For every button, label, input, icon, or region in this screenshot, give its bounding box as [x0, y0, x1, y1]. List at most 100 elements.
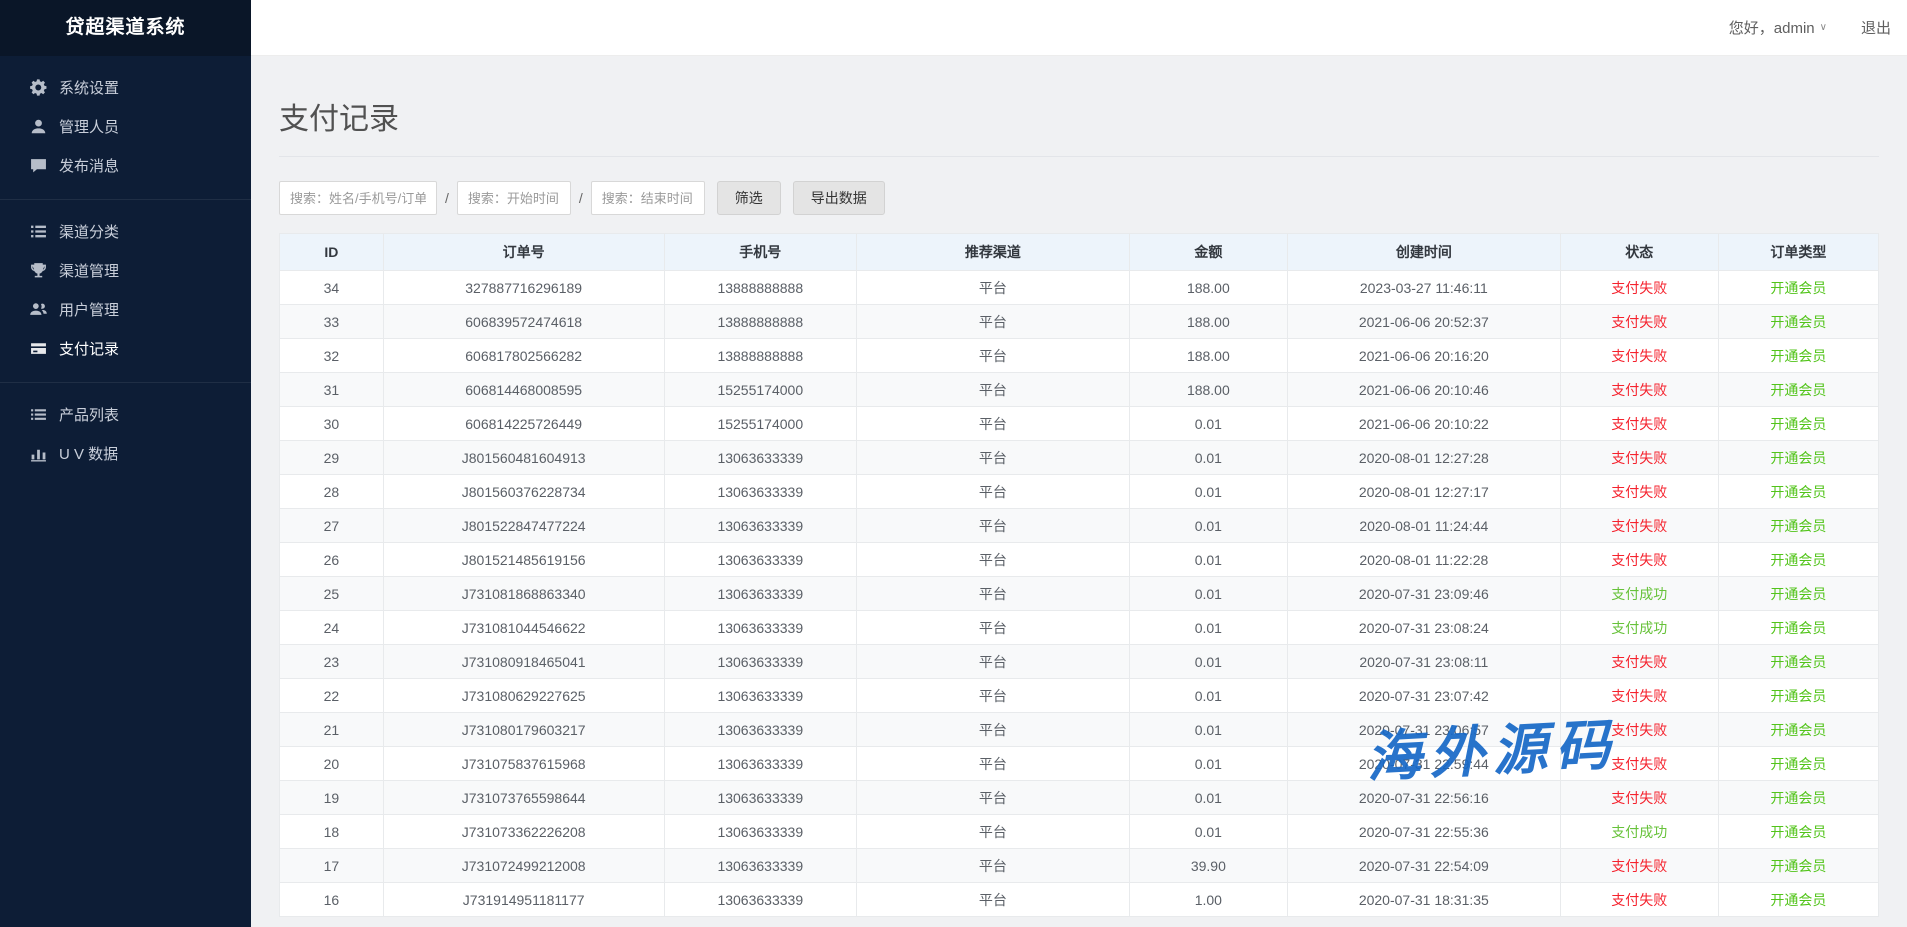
cell-phone: 13063633339	[664, 645, 856, 679]
cell-phone: 13063633339	[664, 611, 856, 645]
cell-phone: 15255174000	[664, 407, 856, 441]
cell-order-type: 开通会员	[1718, 543, 1878, 577]
table-row: 18J73107336222620813063633339平台0.012020-…	[280, 815, 1879, 849]
cell-created-at: 2020-08-01 11:24:44	[1287, 509, 1560, 543]
cell-order-no: J731073362226208	[383, 815, 664, 849]
cell-phone: 13063633339	[664, 849, 856, 883]
cell-order-type: 开通会员	[1718, 441, 1878, 475]
export-data-button[interactable]: 导出数据	[793, 181, 885, 215]
cell-order-type: 开通会员	[1718, 509, 1878, 543]
cell-phone: 13063633339	[664, 441, 856, 475]
column-header-order-no: 订单号	[383, 234, 664, 271]
table-row: 23J73108091846504113063633339平台0.012020-…	[280, 645, 1879, 679]
cell-status: 支付成功	[1560, 611, 1718, 645]
cell-id: 26	[280, 543, 384, 577]
cell-created-at: 2021-06-06 20:16:20	[1287, 339, 1560, 373]
keyword-search-input[interactable]	[279, 181, 437, 215]
cell-order-type: 开通会员	[1718, 373, 1878, 407]
table-row: 26J80152148561915613063633339平台0.012020-…	[280, 543, 1879, 577]
cell-order-no: J801521485619156	[383, 543, 664, 577]
cell-status: 支付失败	[1560, 475, 1718, 509]
sidebar: 贷超渠道系统 系统设置管理人员发布消息渠道分类渠道管理用户管理支付记录产品列表U…	[0, 0, 251, 927]
cell-order-type: 开通会员	[1718, 883, 1878, 917]
sidebar-item-payment-records[interactable]: 支付记录	[0, 329, 251, 368]
table-row: 3060681422572644915255174000平台0.012021-0…	[280, 407, 1879, 441]
table-row: 3360683957247461813888888888平台188.002021…	[280, 305, 1879, 339]
table-row: 28J80156037622873413063633339平台0.012020-…	[280, 475, 1879, 509]
cell-phone: 15255174000	[664, 373, 856, 407]
cell-amount: 0.01	[1129, 679, 1287, 713]
table-row: 27J80152284747722413063633339平台0.012020-…	[280, 509, 1879, 543]
cell-order-type: 开通会员	[1718, 747, 1878, 781]
filter-bar: / / 筛选 导出数据	[279, 181, 1879, 215]
cell-id: 28	[280, 475, 384, 509]
sidebar-item-product-list[interactable]: 产品列表	[0, 395, 251, 434]
cell-order-no: J731075837615968	[383, 747, 664, 781]
sidebar-item-publish-message[interactable]: 发布消息	[0, 146, 251, 185]
cell-id: 19	[280, 781, 384, 815]
cell-status: 支付失败	[1560, 781, 1718, 815]
cell-channel: 平台	[856, 339, 1129, 373]
cell-created-at: 2020-08-01 12:27:17	[1287, 475, 1560, 509]
separator-slash: /	[445, 190, 449, 206]
cell-order-type: 开通会员	[1718, 305, 1878, 339]
payments-table: ID订单号手机号推荐渠道金额创建时间状态订单类型 343278877162961…	[279, 233, 1879, 917]
sidebar-item-label: 用户管理	[59, 299, 119, 320]
table-row: 17J73107249921200813063633339平台39.902020…	[280, 849, 1879, 883]
cell-created-at: 2021-06-06 20:52:37	[1287, 305, 1560, 339]
column-header-status: 状态	[1560, 234, 1718, 271]
cell-created-at: 2023-03-27 11:46:11	[1287, 271, 1560, 305]
filter-button[interactable]: 筛选	[717, 181, 781, 215]
start-time-input[interactable]	[457, 181, 571, 215]
sidebar-item-channel-category[interactable]: 渠道分类	[0, 212, 251, 251]
chevron-down-icon: ∨	[1820, 22, 1827, 33]
cell-amount: 39.90	[1129, 849, 1287, 883]
chart-icon	[30, 445, 47, 462]
cell-channel: 平台	[856, 781, 1129, 815]
category-icon	[30, 223, 47, 240]
sidebar-item-label: U V 数据	[59, 443, 118, 464]
sidebar-item-user-management[interactable]: 用户管理	[0, 290, 251, 329]
cell-channel: 平台	[856, 305, 1129, 339]
cell-id: 17	[280, 849, 384, 883]
sidebar-item-uv-data[interactable]: U V 数据	[0, 434, 251, 473]
cell-amount: 0.01	[1129, 815, 1287, 849]
cell-status: 支付失败	[1560, 339, 1718, 373]
logout-link[interactable]: 退出	[1861, 17, 1891, 38]
end-time-input[interactable]	[591, 181, 705, 215]
cell-order-no: J731080918465041	[383, 645, 664, 679]
cell-created-at: 2020-07-31 23:07:42	[1287, 679, 1560, 713]
cell-status: 支付失败	[1560, 509, 1718, 543]
cell-order-no: J731914951181177	[383, 883, 664, 917]
cell-phone: 13888888888	[664, 271, 856, 305]
table-row: 20J73107583761596813063633339平台0.012020-…	[280, 747, 1879, 781]
page-header: 支付记录	[279, 56, 1879, 157]
sidebar-item-system-settings[interactable]: 系统设置	[0, 68, 251, 107]
message-icon	[30, 157, 47, 174]
cell-channel: 平台	[856, 441, 1129, 475]
cell-channel: 平台	[856, 679, 1129, 713]
sidebar-item-channel-management[interactable]: 渠道管理	[0, 251, 251, 290]
cell-phone: 13063633339	[664, 747, 856, 781]
cell-order-no: 606814468008595	[383, 373, 664, 407]
cell-id: 27	[280, 509, 384, 543]
table-row: 24J73108104454662213063633339平台0.012020-…	[280, 611, 1879, 645]
cell-order-no: 606817802566282	[383, 339, 664, 373]
cell-created-at: 2021-06-06 20:10:46	[1287, 373, 1560, 407]
user-menu[interactable]: 您好，admin ∨	[1729, 17, 1827, 38]
cell-id: 30	[280, 407, 384, 441]
cell-id: 20	[280, 747, 384, 781]
cell-channel: 平台	[856, 509, 1129, 543]
cell-status: 支付成功	[1560, 577, 1718, 611]
cell-amount: 0.01	[1129, 543, 1287, 577]
cell-order-type: 开通会员	[1718, 645, 1878, 679]
sidebar-item-administrators[interactable]: 管理人员	[0, 107, 251, 146]
column-header-id: ID	[280, 234, 384, 271]
cell-status: 支付失败	[1560, 679, 1718, 713]
cell-phone: 13888888888	[664, 305, 856, 339]
cell-created-at: 2020-07-31 22:56:16	[1287, 781, 1560, 815]
cell-channel: 平台	[856, 543, 1129, 577]
sidebar-item-label: 管理人员	[59, 116, 119, 137]
cell-phone: 13063633339	[664, 781, 856, 815]
cell-amount: 0.01	[1129, 441, 1287, 475]
